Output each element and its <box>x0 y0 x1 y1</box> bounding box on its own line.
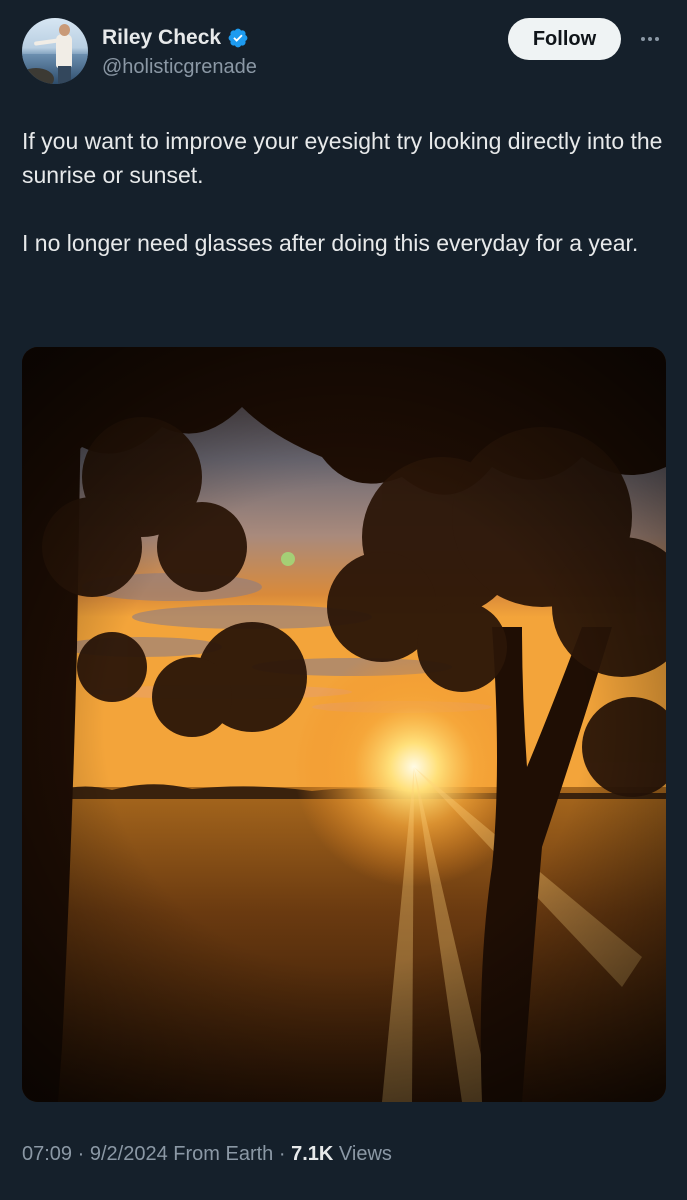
views-count[interactable]: 7.1K <box>291 1143 333 1165</box>
tweet-time[interactable]: 07:09 <box>22 1143 72 1165</box>
meta-separator: · <box>278 1143 286 1165</box>
verified-badge-icon[interactable] <box>227 27 249 49</box>
author-avatar[interactable] <box>22 18 88 84</box>
tweet-source: From Earth <box>173 1143 274 1165</box>
author-handle[interactable]: @holisticgrenade <box>102 56 257 79</box>
tweet-text: If you want to improve your eyesight try… <box>22 124 667 260</box>
tweet-paragraph: If you want to improve your eyesight try… <box>22 128 663 188</box>
follow-button[interactable]: Follow <box>508 18 621 60</box>
meta-separator: · <box>77 1143 85 1165</box>
sunset-photo-image <box>22 347 666 1102</box>
ellipsis-icon[interactable] <box>641 32 665 46</box>
tweet-meta: 07:09 · 9/2/2024 From Earth · 7.1K Views <box>22 1143 392 1166</box>
author-name-row: Riley Check <box>102 26 249 50</box>
tweet-date[interactable]: 9/2/2024 <box>90 1143 168 1165</box>
tweet-media-photo[interactable] <box>22 347 666 1102</box>
tweet-paragraph: I no longer need glasses after doing thi… <box>22 230 639 256</box>
views-label: Views <box>338 1143 392 1165</box>
author-display-name[interactable]: Riley Check <box>102 26 221 50</box>
tweet-header: Riley Check @holisticgrenade Follow <box>22 18 665 88</box>
